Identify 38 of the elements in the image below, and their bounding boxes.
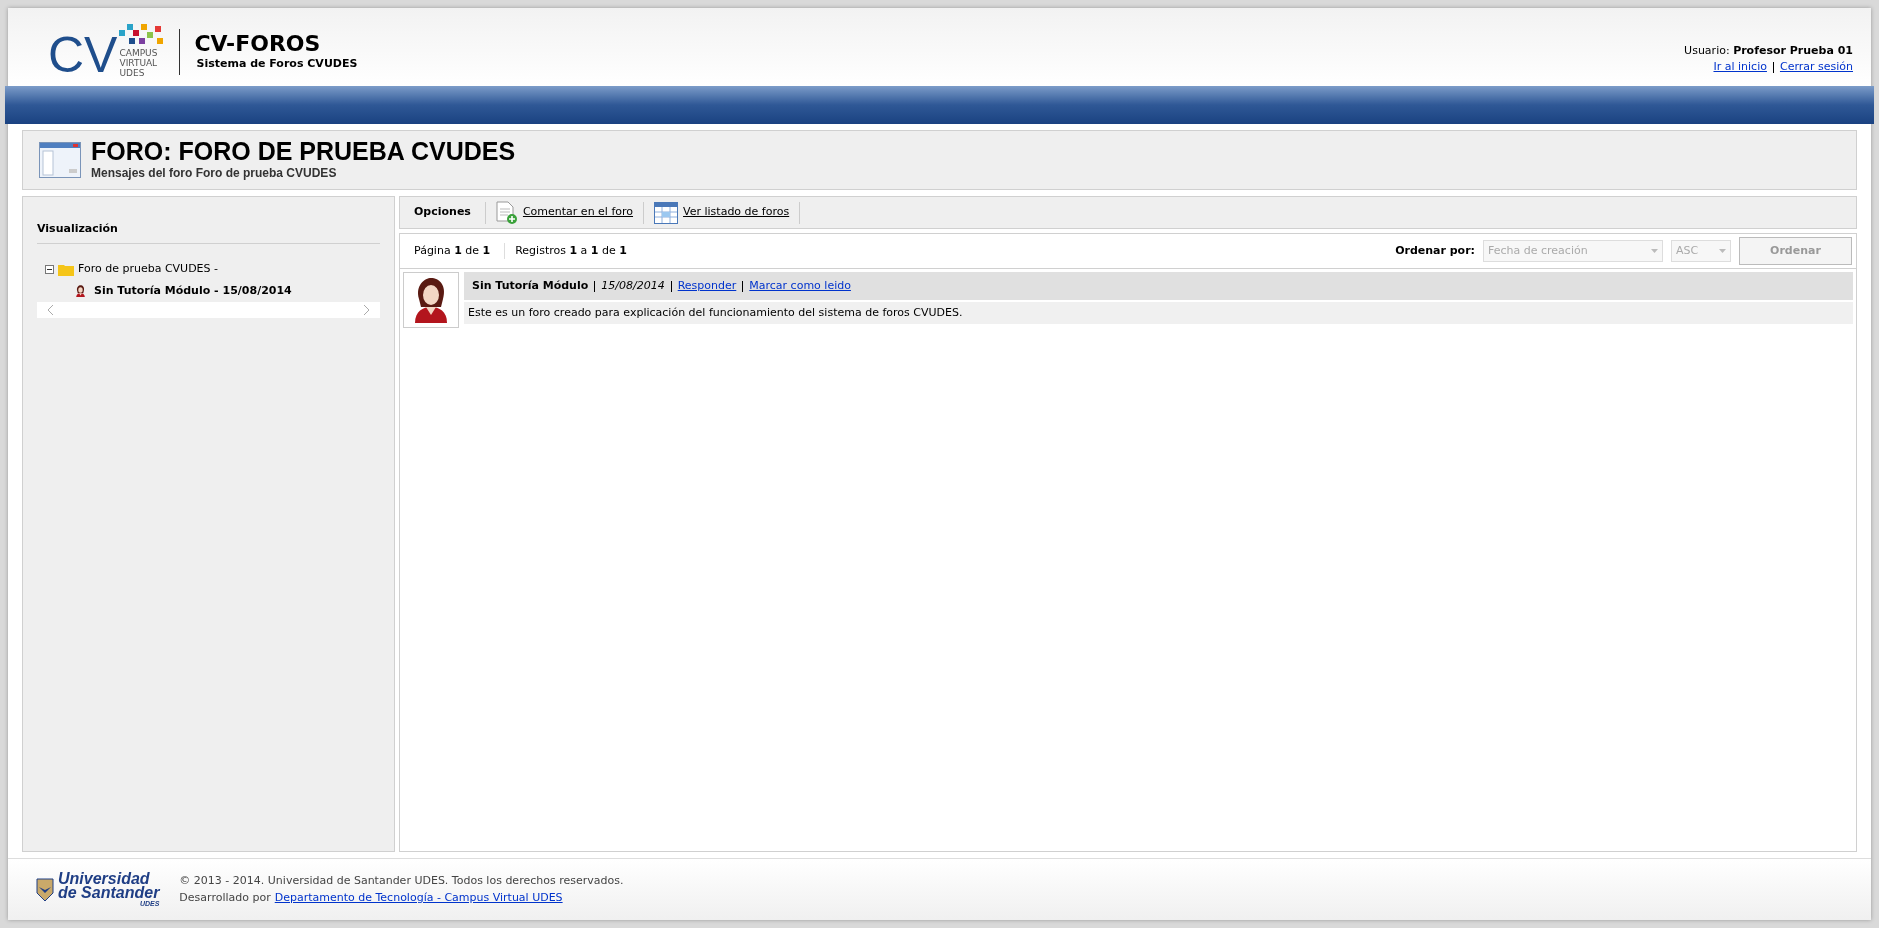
document-add-icon: [495, 200, 518, 225]
woman-avatar-icon: [75, 284, 86, 298]
crest-icon: [36, 877, 54, 902]
copyright-text: © 2013 - 2014. Universidad de Santander UDES. Todos los derechos reservados.: [179, 873, 624, 889]
header-link[interactable]: Cerrar sesión: [1779, 59, 1853, 76]
toolbar-label: Opciones: [413, 204, 472, 221]
collapse-toggle[interactable]: [45, 264, 54, 274]
app-subtitle: Sistema de Foros CVUDES: [196, 55, 358, 72]
folder-icon: [58, 262, 74, 276]
page-subtitle: Mensajes del foro Foro de prueba CVUDES: [91, 165, 338, 182]
message-link[interactable]: Responder: [677, 277, 737, 295]
toolbar-link[interactable]: Ver listado de foros: [683, 204, 790, 221]
page-title: FORO: FORO DE PRUEBA CVUDES: [91, 138, 516, 164]
message-date: 15/08/2014: [601, 277, 665, 294]
app-title: CV-FOROS: [194, 31, 322, 56]
sort-label: Ordenar por:: [1395, 242, 1475, 259]
tree-item[interactable]: Sin Tutoría Módulo - 15/08/2014: [94, 282, 292, 300]
page-count: Página 1 de 1: [400, 242, 506, 260]
table-icon: [654, 201, 679, 224]
horizontal-scrollbar[interactable]: [37, 302, 380, 318]
record-count: Registros 1 a 1 de 1: [514, 242, 628, 259]
left-chevron-icon[interactable]: [47, 305, 54, 315]
developed-by-text: Desarrollado por: [179, 889, 271, 906]
user-info: Usuario: Profesor Prueba 01: [1684, 42, 1853, 59]
logo-mark: CV: [48, 30, 118, 80]
developer-link[interactable]: Departamento de Tecnología - Campus Virtual UDES: [274, 889, 563, 906]
caret-icon: [1651, 249, 1658, 253]
right-chevron-icon[interactable]: [363, 305, 370, 315]
sidebar-title: Visualización: [37, 222, 118, 235]
caret-icon: [1719, 249, 1726, 253]
message-body: Este es un foro creado para explicación del funcionamiento del sistema de foros CVUDES.: [468, 304, 963, 321]
message-author: Sin Tutoría Módulo: [472, 277, 589, 294]
toolbar-link[interactable]: Comentar en el foro: [522, 204, 634, 221]
message-link[interactable]: Marcar como leido: [749, 277, 851, 295]
window-icon: [39, 142, 81, 178]
header-link[interactable]: Ir al inicio: [1713, 59, 1767, 76]
tree-item[interactable]: Foro de prueba CVUDES -: [78, 260, 218, 278]
logo-caption: CAMPUS VIRTUAL UDES: [119, 48, 159, 78]
